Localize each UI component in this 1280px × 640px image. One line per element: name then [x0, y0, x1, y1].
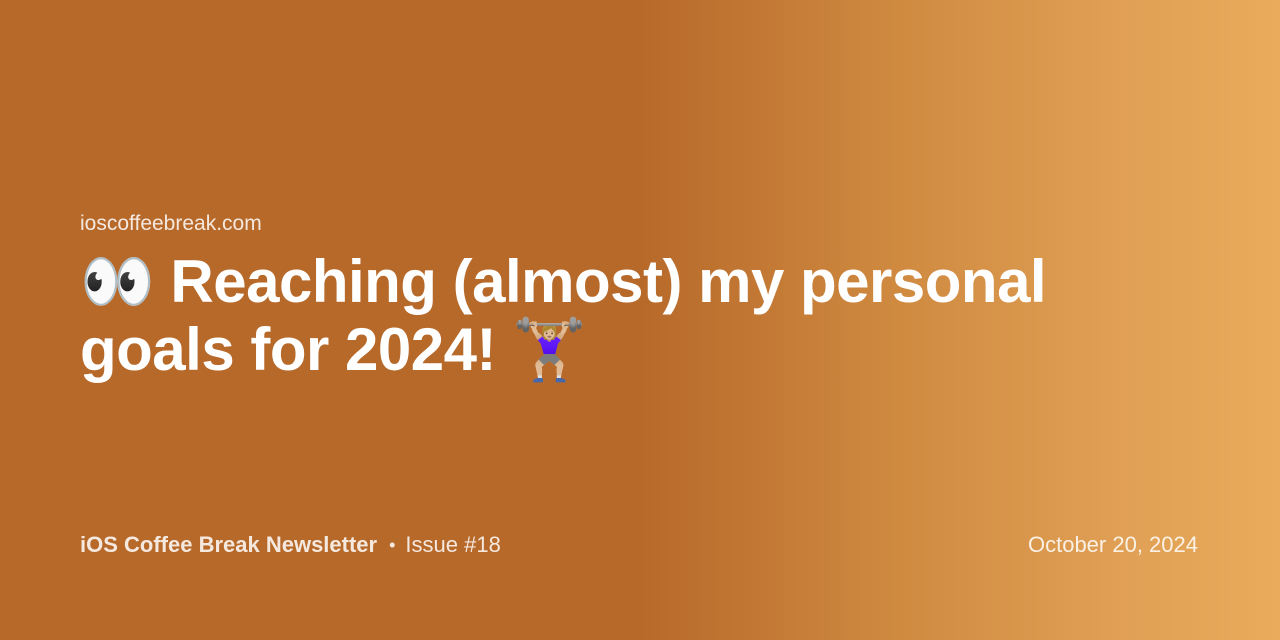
- article-title: 👀 Reaching (almost) my personal goals fo…: [80, 248, 1160, 384]
- issue-number: Issue #18: [405, 532, 501, 557]
- og-card: ioscoffeebreak.com 👀 Reaching (almost) m…: [0, 0, 1280, 640]
- footer-left: iOS Coffee Break Newsletter • Issue #18: [80, 532, 501, 558]
- eyes-icon: 👀: [80, 248, 155, 315]
- separator-dot: •: [389, 534, 396, 555]
- weightlifter-icon: 🏋🏼‍♀️: [512, 316, 587, 383]
- footer: iOS Coffee Break Newsletter • Issue #18 …: [80, 532, 1198, 558]
- newsletter-name: iOS Coffee Break Newsletter: [80, 532, 378, 557]
- site-domain: ioscoffeebreak.com: [80, 212, 262, 235]
- publish-date: October 20, 2024: [1027, 532, 1198, 557]
